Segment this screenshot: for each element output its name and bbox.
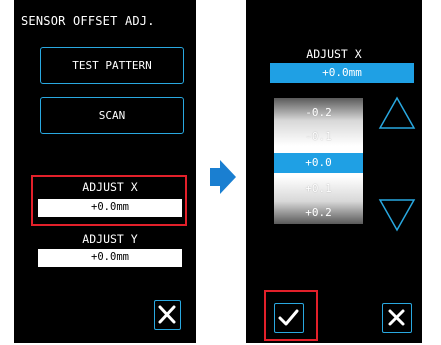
adjust-x-title: ADJUST X (306, 47, 362, 61)
scan-button-label: SCAN (98, 109, 126, 122)
wheel-item[interactable]: -0.1 (274, 125, 363, 149)
adjust-x-screen: ADJUST X +0.0mm -0.2 -0.1 +0.0 +0.1 +0.2 (246, 0, 422, 343)
scan-button[interactable]: SCAN (40, 97, 184, 134)
current-value-display: +0.0mm (270, 63, 414, 83)
wheel-item[interactable]: +0.1 (274, 177, 363, 201)
close-icon (388, 309, 405, 326)
close-button[interactable] (154, 300, 181, 330)
wheel-selected-item[interactable]: +0.0 (274, 153, 363, 173)
adjust-x-value[interactable]: +0.0mm (38, 199, 182, 217)
test-pattern-button[interactable]: TEST PATTERN (40, 47, 184, 84)
triangle-down-icon[interactable] (378, 198, 416, 232)
value-wheel[interactable]: -0.2 -0.1 +0.0 +0.1 +0.2 (274, 98, 363, 224)
confirm-button[interactable] (274, 303, 304, 333)
adjust-y-label: ADJUST Y (82, 232, 138, 246)
triangle-up-icon[interactable] (378, 96, 416, 130)
adjust-x-label: ADJUST X (82, 180, 138, 194)
test-pattern-button-label: TEST PATTERN (72, 59, 152, 72)
adjust-y-value[interactable]: +0.0mm (38, 249, 182, 267)
wheel-item[interactable]: +0.2 (274, 201, 363, 224)
close-button[interactable] (382, 303, 412, 333)
checkmark-icon (278, 309, 299, 326)
wheel-item[interactable]: -0.2 (274, 101, 363, 125)
close-icon (158, 305, 176, 324)
right-arrow-icon (210, 160, 236, 194)
screen-title: SENSOR OFFSET ADJ. (21, 14, 155, 28)
sensor-offset-screen: SENSOR OFFSET ADJ. TEST PATTERN SCAN ADJ… (14, 0, 196, 343)
